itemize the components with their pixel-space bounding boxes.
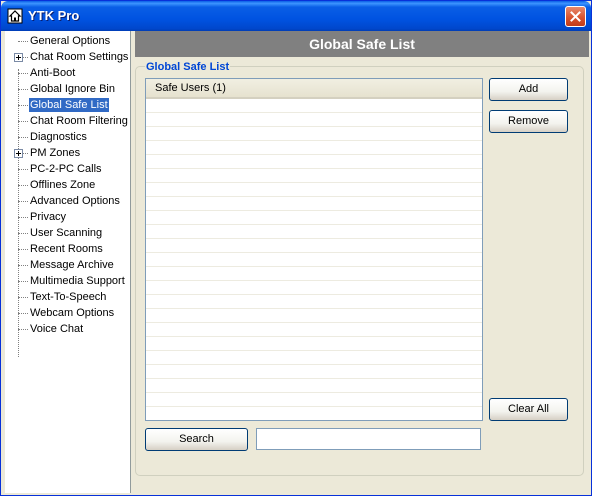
tree-connector <box>18 73 28 74</box>
settings-panel: Global Safe List Global Safe List Safe U… <box>135 31 589 493</box>
add-button[interactable]: Add <box>489 78 568 101</box>
tree-item-label: Text-To-Speech <box>30 291 107 303</box>
tree-item[interactable]: PM Zones <box>5 145 131 161</box>
options-tree[interactable]: General Options Chat Room Settings Anti-Bo… <box>5 31 131 493</box>
tree-item[interactable]: Message Archive <box>5 257 131 273</box>
tree-item[interactable]: Global Safe List <box>5 97 131 113</box>
tree-item-label: Webcam Options <box>30 307 115 319</box>
tree-item[interactable]: Recent Rooms <box>5 241 131 257</box>
tree-connector <box>18 137 28 138</box>
tree-item-label: General Options <box>30 35 111 47</box>
list-rows-area[interactable] <box>146 99 482 420</box>
remove-button[interactable]: Remove <box>489 110 568 133</box>
tree-item-label: Privacy <box>30 211 67 223</box>
tree-connector <box>18 41 28 42</box>
tree-item-label: Diagnostics <box>30 131 87 143</box>
tree-item-label: Voice Chat <box>30 323 84 335</box>
tree-item[interactable]: Global Ignore Bin <box>5 81 131 97</box>
tree-item-label: Advanced Options <box>30 195 120 207</box>
tree-item-label: Offlines Zone <box>30 179 96 191</box>
tree-item-label: Global Ignore Bin <box>30 83 115 95</box>
home-icon <box>7 8 23 24</box>
tree-item[interactable]: Anti-Boot <box>5 65 131 81</box>
tree-item[interactable]: Privacy <box>5 209 131 225</box>
tree-connector <box>18 329 28 330</box>
expand-plus-icon[interactable] <box>14 149 23 158</box>
tree-item-label: Recent Rooms <box>30 243 103 255</box>
tree-connector <box>18 121 28 122</box>
tree-connector <box>18 313 28 314</box>
tree-item-label: PC-2-PC Calls <box>30 163 102 175</box>
tree-item[interactable]: Text-To-Speech <box>5 289 131 305</box>
tree-item-label: PM Zones <box>30 147 81 159</box>
panel-header: Global Safe List <box>135 31 589 57</box>
tree-connector <box>18 169 28 170</box>
search-button[interactable]: Search <box>145 428 248 451</box>
tree-item-label: Multimedia Support <box>30 275 125 287</box>
tree-item-label: Global Safe List <box>29 98 109 112</box>
clear-all-button[interactable]: Clear All <box>489 398 568 421</box>
tree-item[interactable]: PC-2-PC Calls <box>5 161 131 177</box>
window-title: YTK Pro <box>28 8 80 23</box>
tree-item-label: Anti-Boot <box>30 67 76 79</box>
safe-users-list[interactable]: Safe Users (1) <box>145 78 483 421</box>
tree-item[interactable]: Chat Room Settings <box>5 49 131 65</box>
tree-item[interactable]: General Options <box>5 33 131 49</box>
tree-connector <box>18 217 28 218</box>
close-icon <box>570 11 581 22</box>
tree-item[interactable]: Chat Room Filtering <box>5 113 131 129</box>
group-title: Global Safe List <box>145 60 231 74</box>
tree-item[interactable]: Advanced Options <box>5 193 131 209</box>
tree-connector <box>18 89 28 90</box>
tree-item-label: User Scanning <box>30 227 103 239</box>
close-button[interactable] <box>565 6 586 27</box>
tree-connector <box>18 105 28 106</box>
tree-item-label: Message Archive <box>30 259 114 271</box>
tree-connector <box>18 281 28 282</box>
tree-item-label: Chat Room Settings <box>30 51 129 63</box>
expand-plus-icon[interactable] <box>14 53 23 62</box>
tree-item[interactable]: Offlines Zone <box>5 177 131 193</box>
tree-item[interactable]: Diagnostics <box>5 129 131 145</box>
tree-connector <box>18 249 28 250</box>
search-input[interactable] <box>256 428 481 450</box>
tree-item-label: Chat Room Filtering <box>30 115 128 127</box>
tree-item[interactable]: Multimedia Support <box>5 273 131 289</box>
tree-item[interactable]: Webcam Options <box>5 305 131 321</box>
tree-item[interactable]: User Scanning <box>5 225 131 241</box>
list-column-header[interactable]: Safe Users (1) <box>146 79 482 99</box>
tree-item[interactable]: Voice Chat <box>5 321 131 337</box>
tree-connector <box>18 265 28 266</box>
tree-connector <box>18 233 28 234</box>
tree-connector <box>18 297 28 298</box>
title-bar[interactable]: YTK Pro <box>1 1 591 31</box>
tree-connector <box>18 201 28 202</box>
app-window: YTK Pro General Options Chat Room Setting… <box>0 0 592 496</box>
tree-connector <box>18 185 28 186</box>
